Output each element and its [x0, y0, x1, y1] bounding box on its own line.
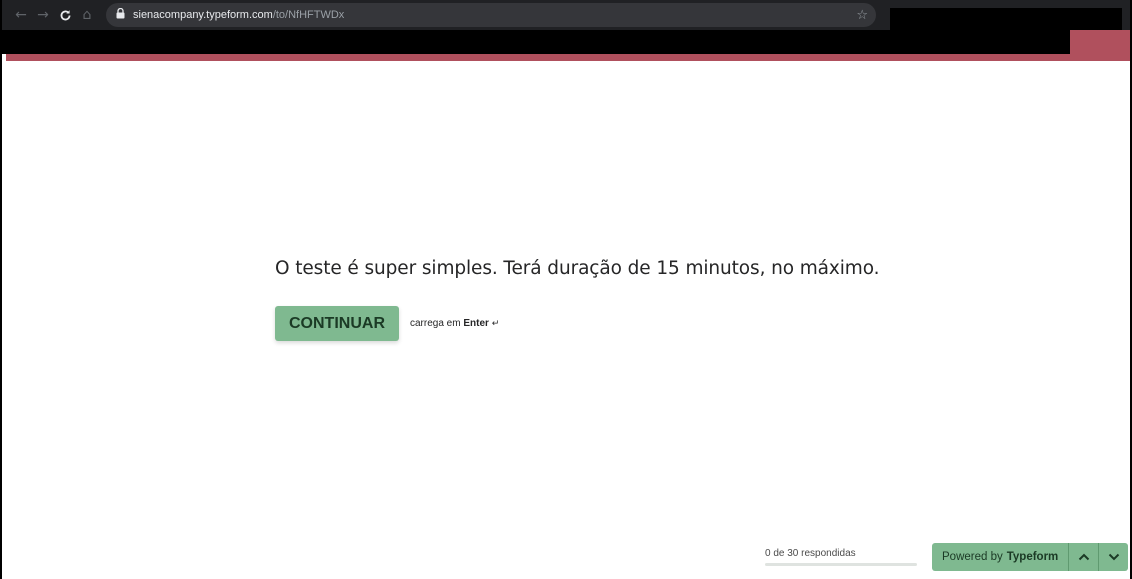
- forward-arrow-icon[interactable]: →: [32, 4, 54, 26]
- progress-bar: [765, 563, 917, 566]
- progress-text: 0 de 30 respondidas: [765, 548, 856, 559]
- next-question-button[interactable]: [1098, 543, 1129, 571]
- accent-strip-corner: [1070, 30, 1130, 54]
- address-bar[interactable]: sienacompany.typeform.com/to/NfHFTWDx ☆: [106, 3, 876, 27]
- footer-controls: Powered by Typeform: [932, 543, 1129, 571]
- lock-glyph: [116, 7, 125, 19]
- bookmark-star-icon[interactable]: ☆: [856, 8, 868, 23]
- powered-by-brand: Typeform: [1006, 551, 1059, 563]
- powered-by-button[interactable]: Powered by Typeform: [932, 543, 1069, 571]
- continue-button[interactable]: CONTINUAR: [275, 306, 399, 341]
- lock-icon: [116, 7, 125, 22]
- reload-icon[interactable]: [54, 4, 76, 26]
- redacted-bar: [2, 30, 1070, 54]
- previous-question-button[interactable]: [1068, 543, 1099, 571]
- redacted-region: [890, 8, 1122, 30]
- question-text: O teste é super simples. Terá duração de…: [275, 258, 880, 279]
- accent-strip: [6, 54, 1130, 61]
- enter-hint: carrega em Enter ↵: [410, 318, 499, 329]
- reload-glyph: [60, 9, 70, 20]
- chevron-up-icon: [1078, 553, 1089, 561]
- enter-key-label: Enter: [463, 318, 489, 329]
- enter-hint-prefix: carrega em: [410, 318, 464, 329]
- enter-return-icon: ↵: [491, 319, 500, 329]
- back-arrow-icon[interactable]: ←: [10, 4, 32, 26]
- home-icon[interactable]: ⌂: [76, 4, 98, 26]
- url-path: /to/NfHFTWDx: [272, 9, 345, 21]
- powered-by-prefix: Powered by: [942, 551, 1003, 563]
- url-host: sienacompany.typeform.com: [133, 9, 273, 21]
- page: ← → ⌂ sienacompany.typeform.com/to/NfHFT…: [0, 0, 1132, 579]
- chevron-down-icon: [1108, 553, 1119, 561]
